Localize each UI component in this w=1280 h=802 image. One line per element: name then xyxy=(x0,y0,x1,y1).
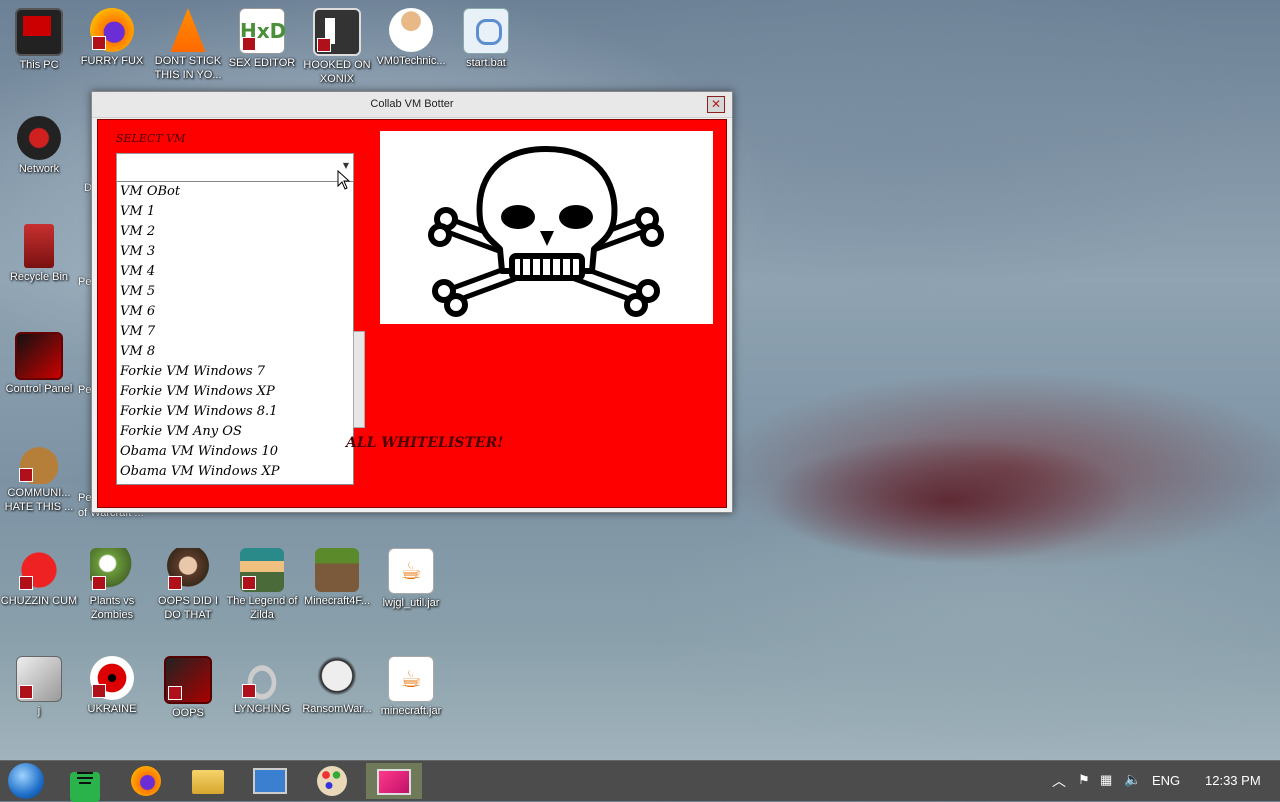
java-icon: ☕ xyxy=(388,656,434,702)
skull-icon xyxy=(315,656,359,700)
paint-icon[interactable] xyxy=(304,763,360,799)
chuzzle-icon xyxy=(17,548,61,592)
network-tray-icon[interactable]: ▦ xyxy=(1100,772,1112,788)
doctor-icon xyxy=(389,8,433,52)
dropdown-option[interactable]: Forkie VM Windows 7 xyxy=(117,362,353,382)
notes-app-icon[interactable] xyxy=(57,763,113,802)
desktop-icon-start-bat[interactable]: start.bat xyxy=(447,8,525,70)
dropdown-option[interactable]: Forkie VM Windows XP xyxy=(117,382,353,402)
whitelister-label: ALL WHITELISTER! xyxy=(346,435,504,451)
desktop-icon-j[interactable]: j xyxy=(0,656,78,718)
window-body: SELECT VM ▼ VM OBot VM 1 VM 2 VM 3 VM 4 … xyxy=(97,119,727,508)
desktop-icon-sex-editor[interactable]: HxD SEX EDITOR xyxy=(223,8,301,70)
computer-icon[interactable] xyxy=(242,763,298,799)
desktop-icon-oops[interactable]: OOPS xyxy=(149,656,227,720)
java-icon: ☕ xyxy=(388,548,434,594)
desktop-icon-chuzzin[interactable]: CHUZZIN CUM xyxy=(0,548,78,608)
screen-app-icon[interactable] xyxy=(366,763,422,799)
flag-icon[interactable]: ⚑ xyxy=(1078,772,1090,788)
desktop-icon-communi[interactable]: COMMUNI... HATE THIS ... xyxy=(0,440,78,514)
vlc-cone-icon xyxy=(170,8,206,52)
firefox-icon xyxy=(90,8,134,52)
chevron-up-icon[interactable]: ︿ xyxy=(1052,771,1066,791)
chevron-down-icon[interactable]: ▼ xyxy=(343,161,349,170)
partial-label: Pe xyxy=(78,276,92,288)
skull-crossbones-icon xyxy=(428,146,664,317)
dropdown-option[interactable]: VM 8 xyxy=(117,342,353,362)
partial-label: Pe xyxy=(78,492,92,504)
partial-label: Pe xyxy=(78,384,92,396)
dropdown-option[interactable]: VM OBot xyxy=(117,182,353,202)
sunflower-icon xyxy=(90,548,134,592)
speaker-icon[interactable]: 🔈 xyxy=(1124,771,1141,788)
desktop-icon-lwjgl-util[interactable]: ☕ lwjgl_util.jar xyxy=(372,548,450,610)
grass-block-icon xyxy=(315,548,359,592)
taskbar: ︿ ⚑ ▦ 🔈 ENG 12:33 PM xyxy=(0,760,1280,802)
noose-icon xyxy=(240,656,284,700)
mouse-cursor-icon xyxy=(337,170,351,190)
dropdown-option[interactable]: VM 7 xyxy=(117,322,353,342)
desktop-icon-plants-vs-zombies[interactable]: Plants vs Zombies xyxy=(73,548,151,622)
vm-dropdown-list: VM OBot VM 1 VM 2 VM 3 VM 4 VM 5 VM 6 VM… xyxy=(116,181,354,485)
hxd-icon: HxD xyxy=(239,8,286,54)
desktop-icon-minecraft4f[interactable]: Minecraft4F... xyxy=(298,548,376,608)
desktop-icon-oops-did-i[interactable]: OOPS DID I DO THAT xyxy=(149,548,227,622)
desktop-icon-legend-of-zilda[interactable]: The Legend of Zilda xyxy=(223,548,301,622)
dropdown-option[interactable]: Forkie VM Any OS xyxy=(117,422,353,442)
collab-vm-botter-window: Collab VM Botter ✕ SELECT VM ▼ VM OBot V… xyxy=(91,91,733,513)
close-button[interactable]: ✕ xyxy=(707,96,725,113)
media-player-icon xyxy=(164,656,212,704)
language-indicator[interactable]: ENG xyxy=(1152,773,1180,788)
network-icon xyxy=(17,116,61,160)
skull-image-panel xyxy=(380,131,713,324)
desktop-icon-ukraine[interactable]: UKRAINE xyxy=(73,656,151,716)
desktop-icon-hooked-on-xonix[interactable]: HOOKED ON XONIX xyxy=(298,8,376,86)
recycle-bin-icon xyxy=(24,224,54,268)
desktop-icon-minecraft-jar[interactable]: ☕ minecraft.jar xyxy=(372,656,450,718)
desktop-icon-furry-fux[interactable]: FURRY FUX xyxy=(73,8,151,68)
dropdown-option[interactable]: VM 6 xyxy=(117,302,353,322)
desktop-icon-lynching[interactable]: LYNCHING xyxy=(223,656,301,716)
desktop-icon-this-pc[interactable]: This PC xyxy=(0,8,78,72)
dropdown-option[interactable]: VM 4 xyxy=(117,262,353,282)
dropdown-option[interactable]: VM 1 xyxy=(117,202,353,222)
dropdown-option[interactable]: VM 5 xyxy=(117,282,353,302)
desktop-icon-ransomware[interactable]: RansomWar... xyxy=(298,656,376,716)
select-vm-label: SELECT VM xyxy=(116,132,186,145)
desktop-icon-control-panel[interactable]: Control Panel xyxy=(0,332,78,396)
dropdown-option[interactable]: Forkie VM Windows 8.1 xyxy=(117,402,353,422)
start-orb-icon[interactable] xyxy=(4,763,48,799)
system-tray: ︿ ⚑ ▦ 🔈 ENG 12:33 PM xyxy=(1040,761,1280,801)
dropdown-option[interactable]: Obama VM Windows XP xyxy=(117,462,353,482)
money-bag-icon xyxy=(17,440,61,484)
dropdown-option[interactable]: VM 2 xyxy=(117,222,353,242)
dropdown-option[interactable]: VM 3 xyxy=(117,242,353,262)
whitelister-text: ALL WHITELISTER! xyxy=(346,435,503,451)
xonix-icon xyxy=(313,8,361,56)
pixel-hero-icon xyxy=(240,548,284,592)
desktop-icon-recycle-bin[interactable]: Recycle Bin xyxy=(0,224,78,284)
clock[interactable]: 12:33 PM xyxy=(1205,773,1261,788)
batch-file-icon xyxy=(463,8,509,54)
desktop-icon-network[interactable]: Network xyxy=(0,116,78,176)
file-explorer-icon[interactable] xyxy=(180,763,236,799)
document-icon xyxy=(16,656,62,702)
vm-select-combobox[interactable]: ▼ xyxy=(116,153,354,182)
window-titlebar[interactable]: Collab VM Botter ✕ xyxy=(92,92,732,118)
portrait-icon xyxy=(166,548,210,592)
control-panel-icon xyxy=(15,332,63,380)
desktop-icon-vm0technic[interactable]: VM0Technic... xyxy=(372,8,450,68)
desktop-icon-dont-stick[interactable]: DONT STICK THIS IN YO... xyxy=(149,8,227,82)
firefox-icon[interactable] xyxy=(118,763,174,799)
dropdown-option[interactable]: Obama VM Windows 10 xyxy=(117,442,353,462)
radiation-icon xyxy=(90,656,134,700)
partially-hidden-button[interactable] xyxy=(353,331,365,428)
monitor-icon xyxy=(15,8,63,56)
window-title: Collab VM Botter xyxy=(370,98,454,110)
